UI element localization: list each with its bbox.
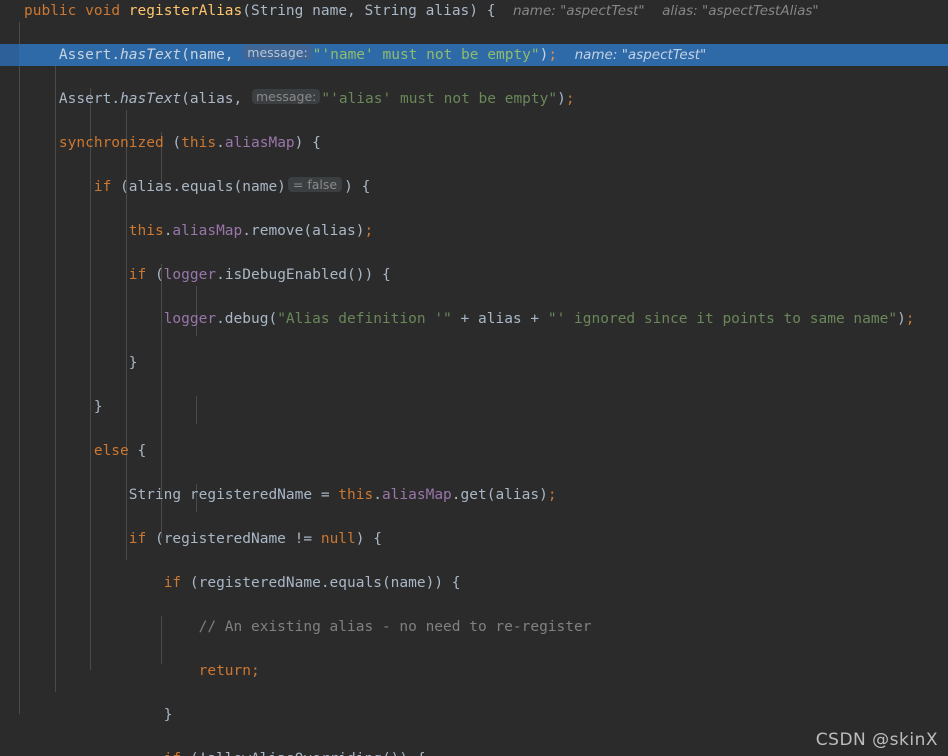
keyword-if: if [93,179,112,195]
semicolon: ; [251,663,260,679]
semicolon: ; [364,223,374,239]
field-aliasMap: aliasMap [381,487,452,503]
dot: . [111,47,121,63]
brace-close: } [93,399,103,415]
operator-plus: + [521,311,548,327]
debug-hint-name-value-line2: name: "aspectTest" [574,47,707,63]
var-registeredName: registeredName = [181,487,339,503]
condition-expr: (registeredName != [146,531,321,547]
keyword-null: null [320,531,356,547]
call-remove: .remove(alias) [242,223,365,239]
code-line-5[interactable]: if (alias.equals(name) = false) { [0,176,948,198]
dot: . [111,91,121,107]
code-line-10[interactable]: } [0,396,948,418]
code-line-8[interactable]: logger.debug("Alias definition '" + alia… [0,308,948,330]
code-line-18[interactable]: if (!allowAliasOverriding()) { [0,748,948,756]
type-string-1: String [251,3,304,19]
brace-close: } [128,355,138,371]
code-editor[interactable]: public void registerAlias(String name, S… [0,0,948,756]
code-line-11[interactable]: else { [0,440,948,462]
call-isDebugEnabled: .isDebugEnabled()) { [216,267,391,283]
brace-close: } [163,707,173,723]
dot: . [373,487,382,503]
paren-close-brace: ) { [469,3,496,19]
paren-open: ( [242,3,252,19]
inline-hint-message-label: message: [243,45,312,60]
method-hasText: hasText [120,47,182,63]
inline-hint-condition-value: = false [287,177,343,192]
code-line-17[interactable]: } [0,704,948,726]
string-literal: "'name' must not be empty" [312,47,540,63]
code-line-9[interactable]: } [0,352,948,374]
method-hasText: hasText [120,91,182,107]
paren-open: ( [163,135,182,151]
keyword-void: void [85,3,121,19]
semicolon: ; [548,47,558,63]
args-open: (name, [181,47,243,63]
field-aliasMap: aliasMap [172,223,243,239]
keyword-this: this [181,135,217,151]
var-alias: alias [478,311,522,327]
debug-hint-name-value: name: "aspectTest" [512,3,645,19]
code-line-6[interactable]: this.aliasMap.remove(alias); [0,220,948,242]
paren-close-brace: ) { [294,135,321,151]
keyword-return: return [198,663,251,679]
current-line-gutter-stripe [0,44,19,66]
paren-close: ) [557,91,566,107]
call-get: .get(alias) [451,487,548,503]
condition-expr: (alias.equals(name) [111,179,286,195]
paren-close-brace: ) { [344,179,371,195]
field-logger: logger [163,267,217,283]
method-name-registerAlias: registerAlias [128,3,243,19]
csdn-watermark: CSDN @skinX [815,730,938,750]
keyword-if: if [164,751,181,756]
paren-close: ) [897,311,906,327]
code-line-12[interactable]: String registeredName = this.aliasMap.ge… [0,484,948,506]
string-literal: "'alias' must not be empty" [321,91,558,107]
comment: // An existing alias - no need to re-reg… [198,619,592,635]
call-debug: .debug( [216,311,278,327]
code-line-2-current[interactable]: Assert.hasText(name, message: "'name' mus… [0,44,948,66]
field-logger: logger [163,311,217,327]
semicolon: ; [547,487,557,503]
keyword-synchronized: synchronized [58,135,164,151]
param-alias: alias [416,3,470,19]
class-assert: Assert [58,91,112,107]
code-line-16[interactable]: return; [0,660,948,682]
dot: . [216,135,225,151]
class-assert: Assert [58,47,112,63]
operator-plus: + [451,311,478,327]
condition-expr: (registeredName.equals(name)) { [181,575,461,591]
keyword-this: this [338,487,374,503]
code-line-14[interactable]: if (registeredName.equals(name)) { [0,572,948,594]
debug-hint-alias-value: alias: "aspectTestAlias" [662,3,819,19]
type-string: String [128,487,182,503]
type-string-2: String [364,3,417,19]
code-line-13[interactable]: if (registeredName != null) { [0,528,948,550]
field-aliasMap: aliasMap [224,135,295,151]
keyword-public: public [24,3,77,19]
brace-open: { [128,443,147,459]
semicolon: ; [565,91,575,107]
args-open: (alias, [181,91,251,107]
indent-guide [55,66,56,692]
keyword-else: else [93,443,129,459]
paren-open: ( [146,267,164,283]
code-line-15[interactable]: // An existing alias - no need to re-reg… [0,616,948,638]
keyword-this: this [128,223,164,239]
code-line-3[interactable]: Assert.hasText(alias, message: "'alias' m… [0,88,948,110]
keyword-if: if [128,267,147,283]
condition-expr: (!allowAliasOverriding()) { [181,751,426,756]
code-line-1[interactable]: public void registerAlias(String name, S… [0,0,948,22]
param-name: name, [303,3,365,19]
string-literal-2: "' ignored since it points to same name" [547,311,898,327]
string-literal-1: "Alias definition '" [277,311,452,327]
code-line-4[interactable]: synchronized (this.aliasMap) { [0,132,948,154]
paren-close-brace: ) { [355,531,382,547]
inline-hint-message-label: message: [252,89,321,104]
semicolon: ; [905,311,915,327]
code-line-7[interactable]: if (logger.isDebugEnabled()) { [0,264,948,286]
keyword-if: if [163,575,182,591]
keyword-if: if [128,531,147,547]
